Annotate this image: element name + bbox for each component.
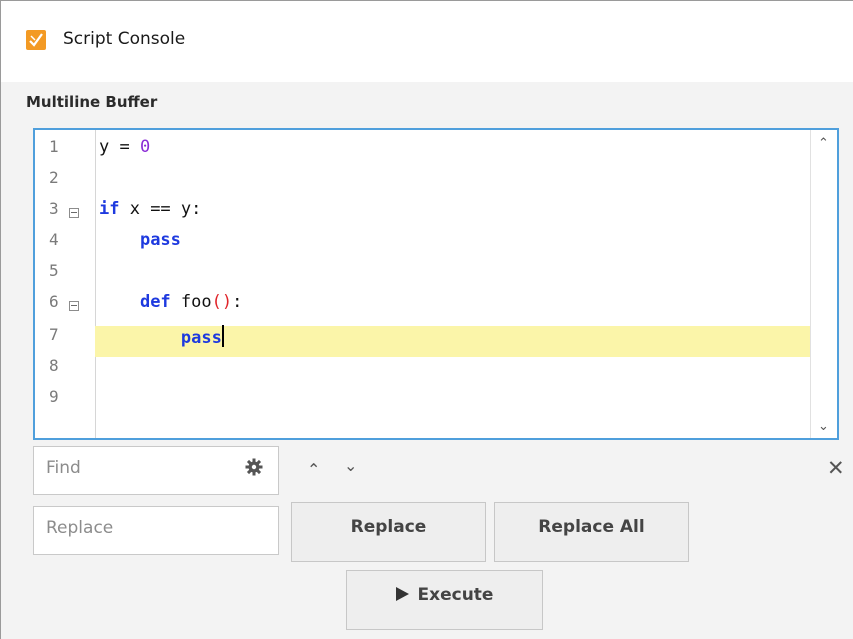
code-line[interactable]: 6 def foo(): [35, 289, 811, 320]
code-text: def foo(): [139, 292, 243, 312]
line-number: 8 [49, 356, 59, 375]
code-editor[interactable]: 1 y = 0 2 3 if x == y: 4 pass 5 6 def fo… [33, 128, 839, 440]
close-icon[interactable]: ✕ [827, 456, 845, 480]
replace-all-button-label: Replace All [538, 517, 645, 537]
title-bar: Script Console [1, 0, 853, 82]
line-number: 6 [49, 292, 59, 311]
scroll-down-icon[interactable]: ⌄ [818, 419, 829, 434]
top-border [1, 0, 853, 1]
line-number: 5 [49, 261, 59, 280]
find-next-icon[interactable]: ⌄ [344, 456, 357, 475]
window-title: Script Console [63, 29, 186, 49]
code-line[interactable]: 3 if x == y: [35, 196, 811, 227]
replace-input[interactable]: Replace [33, 506, 279, 555]
code-line[interactable]: 4 pass [35, 227, 811, 258]
code-text: if x == y: [99, 199, 202, 219]
code-text: pass [139, 230, 181, 250]
text-caret [221, 325, 224, 347]
fold-collapse-icon[interactable] [69, 301, 79, 311]
execute-button[interactable]: Execute [346, 570, 543, 630]
code-line[interactable]: 9 [35, 384, 811, 415]
play-icon [395, 587, 409, 601]
code-line[interactable]: 5 [35, 258, 811, 289]
multiline-buffer-label: Multiline Buffer [26, 93, 158, 111]
vertical-scrollbar[interactable]: ⌃ ⌄ [810, 130, 837, 438]
code-line[interactable]: 7 pass [35, 322, 811, 353]
replace-all-button[interactable]: Replace All [494, 502, 689, 562]
line-number: 3 [49, 199, 59, 218]
scroll-up-icon[interactable]: ⌃ [818, 136, 829, 151]
line-number: 4 [49, 230, 59, 249]
line-number: 1 [49, 137, 59, 156]
replace-button-label: Replace [350, 517, 427, 537]
fold-collapse-icon[interactable] [69, 208, 79, 218]
code-line[interactable]: 2 [35, 165, 811, 196]
code-line[interactable]: 1 y = 0 [35, 134, 811, 165]
code-line[interactable]: 8 [35, 353, 811, 384]
line-number: 2 [49, 168, 59, 187]
replace-placeholder: Replace [46, 518, 114, 538]
script-console-window: Script Console Multiline Buffer 1 y = 0 … [0, 0, 853, 639]
find-previous-icon[interactable]: ⌃ [307, 460, 320, 479]
line-number: 9 [49, 387, 59, 406]
find-input[interactable]: Find [33, 446, 279, 495]
line-number: 7 [49, 325, 59, 344]
code-text: y = 0 [99, 137, 151, 157]
find-placeholder: Find [46, 458, 81, 478]
code-text: pass [99, 325, 224, 348]
script-console-app-icon [26, 30, 46, 50]
execute-button-label: Execute [417, 585, 494, 605]
gear-icon[interactable] [244, 457, 264, 477]
replace-button[interactable]: Replace [291, 502, 486, 562]
